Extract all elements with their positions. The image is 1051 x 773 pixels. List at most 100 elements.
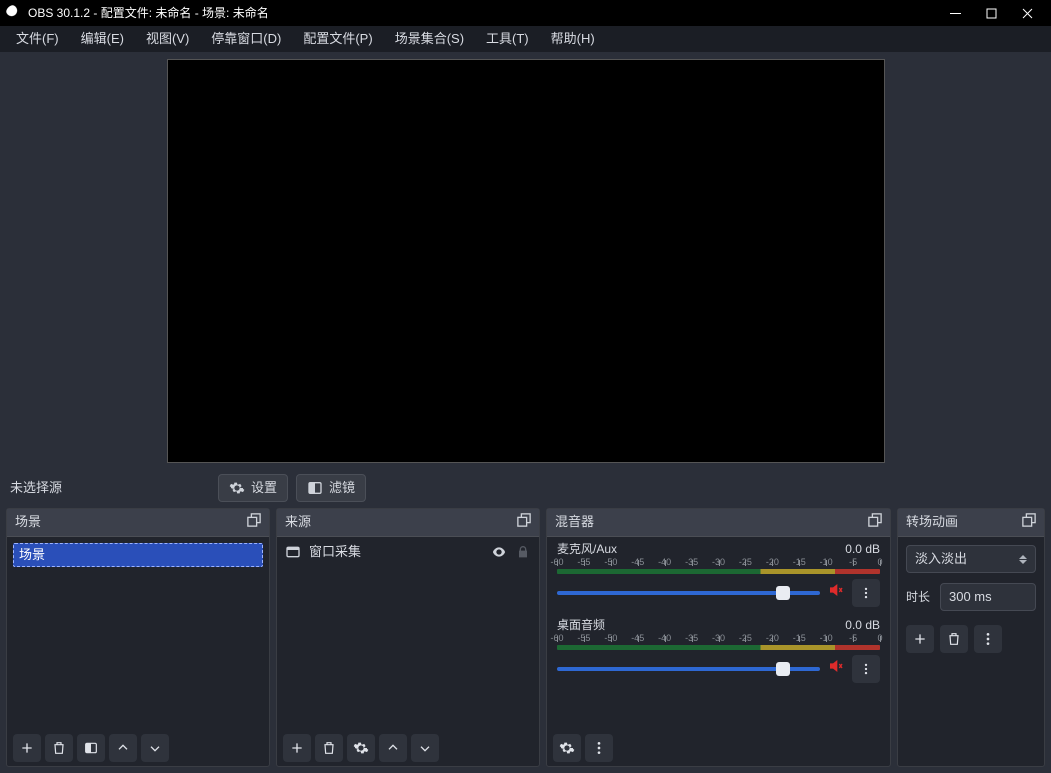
- filters-icon: [307, 480, 323, 496]
- db-tick-label: -10: [820, 632, 833, 645]
- popout-icon[interactable]: [868, 513, 882, 532]
- scene-item[interactable]: 场景: [13, 543, 263, 567]
- source-filters-button[interactable]: 滤镜: [296, 474, 366, 502]
- mixer-menu-button[interactable]: [585, 734, 613, 762]
- scene-filters-button[interactable]: [77, 734, 105, 762]
- window-title: OBS 30.1.2 - 配置文件: 未命名 - 场景: 未命名: [28, 5, 937, 22]
- db-tick-label: -25: [739, 632, 752, 645]
- transition-select[interactable]: 淡入淡出: [906, 545, 1036, 573]
- popout-icon[interactable]: [247, 513, 261, 532]
- db-tick-label: -60: [550, 632, 563, 645]
- scene-move-up-button[interactable]: [109, 734, 137, 762]
- source-settings-button[interactable]: 设置: [218, 474, 288, 502]
- menu-profile[interactable]: 配置文件(P): [293, 28, 382, 50]
- source-filters-label: 滤镜: [329, 479, 355, 497]
- db-tick-label: -5: [849, 632, 857, 645]
- transition-menu-button[interactable]: [974, 625, 1002, 653]
- source-settings-label: 设置: [251, 479, 277, 497]
- advanced-audio-button[interactable]: [553, 734, 581, 762]
- add-transition-button[interactable]: [906, 625, 934, 653]
- db-tick-label: -20: [766, 556, 779, 569]
- volume-meter: -60-55-50-45-40-35-30-25-20-15-10-50: [557, 636, 880, 645]
- mixer-channel: 桌面音频 0.0 dB -60-55-50-45-40-35-30-25-20-…: [557, 617, 880, 683]
- channel-menu-button[interactable]: [852, 579, 880, 607]
- menu-edit[interactable]: 编辑(E): [71, 28, 134, 50]
- channel-menu-button[interactable]: [852, 655, 880, 683]
- scene-move-down-button[interactable]: [141, 734, 169, 762]
- db-tick-label: -30: [712, 632, 725, 645]
- speaker-mute-icon: [828, 658, 844, 674]
- sources-dock-title: 来源: [285, 513, 311, 531]
- mute-button[interactable]: [828, 658, 844, 679]
- db-tick-label: -50: [604, 632, 617, 645]
- delete-transition-button[interactable]: [940, 625, 968, 653]
- maximize-button[interactable]: [973, 0, 1009, 26]
- db-tick-label: -55: [577, 556, 590, 569]
- chevron-updown-icon: [1019, 555, 1027, 564]
- source-item-label: 窗口采集: [309, 543, 361, 561]
- visibility-toggle[interactable]: [491, 544, 507, 560]
- duration-spinbox[interactable]: 300 ms: [940, 583, 1036, 611]
- transition-selected: 淡入淡出: [915, 550, 967, 568]
- delete-scene-button[interactable]: [45, 734, 73, 762]
- scenes-dock-title: 场景: [15, 513, 41, 531]
- speaker-mute-icon: [828, 582, 844, 598]
- popout-icon[interactable]: [1022, 513, 1036, 532]
- popout-icon[interactable]: [517, 513, 531, 532]
- db-tick-label: -50: [604, 556, 617, 569]
- source-move-down-button[interactable]: [411, 734, 439, 762]
- mixer-dock-title: 混音器: [555, 513, 594, 531]
- db-tick-label: -40: [658, 556, 671, 569]
- db-tick-label: -5: [849, 556, 857, 569]
- close-button[interactable]: [1009, 0, 1045, 26]
- minimize-button[interactable]: [937, 0, 973, 26]
- window-capture-icon: [285, 544, 301, 560]
- db-tick-label: -15: [793, 632, 806, 645]
- delete-source-button[interactable]: [315, 734, 343, 762]
- mixer-channel: 麦克风/Aux 0.0 dB -60-55-50-45-40-35-30-25-…: [557, 541, 880, 607]
- db-tick-label: -60: [550, 556, 563, 569]
- volume-slider[interactable]: [557, 591, 820, 595]
- mute-button[interactable]: [828, 582, 844, 603]
- transitions-dock: 转场动画 淡入淡出 时长 300 ms: [897, 508, 1045, 767]
- preview-area: [0, 52, 1051, 468]
- menu-view[interactable]: 视图(V): [136, 28, 199, 50]
- docks-row: 场景 场景 来源 窗口采集: [0, 508, 1051, 773]
- volume-meter: -60-55-50-45-40-35-30-25-20-15-10-50: [557, 560, 880, 569]
- add-scene-button[interactable]: [13, 734, 41, 762]
- more-vertical-icon: [859, 662, 873, 676]
- sources-dock: 来源 窗口采集: [276, 508, 540, 767]
- db-tick-label: -30: [712, 556, 725, 569]
- menu-tools[interactable]: 工具(T): [476, 28, 539, 50]
- db-tick-label: -10: [820, 556, 833, 569]
- db-tick-label: -35: [685, 632, 698, 645]
- titlebar: OBS 30.1.2 - 配置文件: 未命名 - 场景: 未命名: [0, 0, 1051, 26]
- db-tick-label: -45: [631, 556, 644, 569]
- source-context-toolbar: 未选择源 设置 滤镜: [0, 468, 1051, 508]
- app-logo: [6, 5, 22, 21]
- db-tick-label: -40: [658, 632, 671, 645]
- transitions-dock-title: 转场动画: [906, 513, 958, 531]
- menu-file[interactable]: 文件(F): [6, 28, 69, 50]
- source-move-up-button[interactable]: [379, 734, 407, 762]
- lock-icon: [515, 544, 531, 560]
- more-vertical-icon: [591, 740, 607, 756]
- more-vertical-icon: [859, 586, 873, 600]
- source-properties-button[interactable]: [347, 734, 375, 762]
- db-tick-label: -55: [577, 632, 590, 645]
- add-source-button[interactable]: [283, 734, 311, 762]
- gear-icon: [229, 480, 245, 496]
- volume-slider[interactable]: [557, 667, 820, 671]
- db-tick-label: -15: [793, 556, 806, 569]
- lock-toggle[interactable]: [515, 544, 531, 560]
- menu-help[interactable]: 帮助(H): [541, 28, 605, 50]
- source-item[interactable]: 窗口采集: [277, 537, 539, 567]
- program-preview[interactable]: [167, 59, 885, 463]
- scenes-dock: 场景 场景: [6, 508, 270, 767]
- eye-icon: [491, 544, 507, 560]
- menu-scene-collection[interactable]: 场景集合(S): [385, 28, 474, 50]
- db-tick-label: 0: [877, 632, 882, 645]
- no-source-label: 未选择源: [10, 479, 210, 497]
- menu-dock[interactable]: 停靠窗口(D): [201, 28, 291, 50]
- db-tick-label: -25: [739, 556, 752, 569]
